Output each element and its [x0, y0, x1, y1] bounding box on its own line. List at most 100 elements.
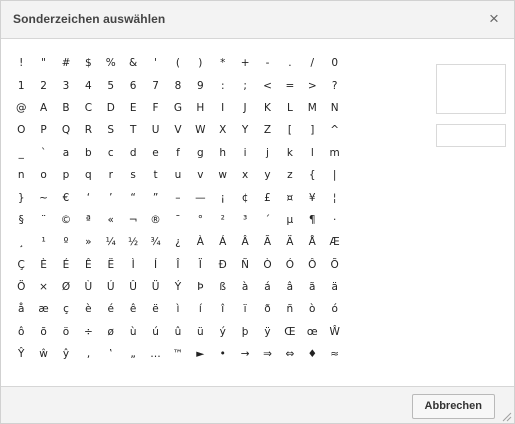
- char-cell[interactable]: c: [100, 142, 122, 164]
- char-cell[interactable]: Ö: [10, 276, 32, 298]
- char-cell[interactable]: e: [144, 142, 166, 164]
- char-cell[interactable]: ½: [122, 231, 144, 253]
- char-cell[interactable]: •: [212, 343, 234, 365]
- char-cell[interactable]: @: [10, 97, 32, 119]
- char-cell[interactable]: q: [77, 164, 99, 186]
- char-cell[interactable]: Ø: [55, 276, 77, 298]
- char-cell[interactable]: ñ: [279, 298, 301, 320]
- char-cell[interactable]: É: [55, 254, 77, 276]
- char-cell[interactable]: ï: [234, 298, 256, 320]
- char-cell[interactable]: Ë: [100, 254, 122, 276]
- char-cell[interactable]: õ: [32, 321, 54, 343]
- char-cell[interactable]: Ð: [212, 254, 234, 276]
- char-cell[interactable]: .: [279, 52, 301, 74]
- char-cell[interactable]: ê: [122, 298, 144, 320]
- char-cell[interactable]: D: [100, 97, 122, 119]
- char-cell[interactable]: ¯: [167, 209, 189, 231]
- char-cell[interactable]: «: [100, 209, 122, 231]
- char-cell[interactable]: [: [279, 119, 301, 141]
- char-cell[interactable]: ‚: [77, 343, 99, 365]
- resize-grip-icon[interactable]: [501, 411, 512, 422]
- char-cell[interactable]: y: [256, 164, 278, 186]
- char-cell[interactable]: Ü: [144, 276, 166, 298]
- char-cell[interactable]: ‘: [77, 186, 99, 208]
- char-cell[interactable]: Ú: [100, 276, 122, 298]
- char-cell[interactable]: È: [32, 254, 54, 276]
- char-cell[interactable]: T: [122, 119, 144, 141]
- char-cell[interactable]: 2: [32, 74, 54, 96]
- char-cell[interactable]: ;: [234, 74, 256, 96]
- char-cell[interactable]: ü: [189, 321, 211, 343]
- char-cell[interactable]: Æ: [323, 231, 345, 253]
- char-cell[interactable]: ¬: [122, 209, 144, 231]
- char-cell[interactable]: å: [10, 298, 32, 320]
- char-cell[interactable]: ò: [301, 298, 323, 320]
- char-cell[interactable]: +: [234, 52, 256, 74]
- char-cell[interactable]: 8: [167, 74, 189, 96]
- char-cell[interactable]: ú: [144, 321, 166, 343]
- char-cell[interactable]: ^: [323, 119, 345, 141]
- char-cell[interactable]: ²: [212, 209, 234, 231]
- char-cell[interactable]: Ç: [10, 254, 32, 276]
- char-cell[interactable]: »: [77, 231, 99, 253]
- char-cell[interactable]: ý: [212, 321, 234, 343]
- char-cell[interactable]: ?: [323, 74, 345, 96]
- char-cell[interactable]: Ã: [256, 231, 278, 253]
- char-cell[interactable]: ×: [32, 276, 54, 298]
- char-cell[interactable]: f: [167, 142, 189, 164]
- char-cell[interactable]: F: [144, 97, 166, 119]
- char-cell[interactable]: ®: [144, 209, 166, 231]
- char-cell[interactable]: I: [212, 97, 234, 119]
- char-cell[interactable]: C: [77, 97, 99, 119]
- char-cell[interactable]: v: [189, 164, 211, 186]
- char-cell[interactable]: ¤: [279, 186, 301, 208]
- char-cell[interactable]: ¸: [10, 231, 32, 253]
- char-cell[interactable]: ¿: [167, 231, 189, 253]
- char-cell[interactable]: b: [77, 142, 99, 164]
- char-cell[interactable]: í: [189, 298, 211, 320]
- char-cell[interactable]: æ: [32, 298, 54, 320]
- char-cell[interactable]: k: [279, 142, 301, 164]
- char-cell[interactable]: é: [100, 298, 122, 320]
- char-cell[interactable]: Å: [301, 231, 323, 253]
- char-cell[interactable]: Ä: [279, 231, 301, 253]
- char-cell[interactable]: g: [189, 142, 211, 164]
- char-cell[interactable]: –: [167, 186, 189, 208]
- char-cell[interactable]: P: [32, 119, 54, 141]
- char-cell[interactable]: }: [10, 186, 32, 208]
- char-cell[interactable]: ‛: [100, 343, 122, 365]
- char-cell[interactable]: ¢: [234, 186, 256, 208]
- char-cell[interactable]: î: [212, 298, 234, 320]
- char-cell[interactable]: ù: [122, 321, 144, 343]
- char-cell[interactable]: µ: [279, 209, 301, 231]
- char-cell[interactable]: ì: [167, 298, 189, 320]
- char-cell[interactable]: Q: [55, 119, 77, 141]
- char-cell[interactable]: #: [55, 52, 77, 74]
- char-cell[interactable]: M: [301, 97, 323, 119]
- char-cell[interactable]: Ê: [77, 254, 99, 276]
- char-cell[interactable]: o: [32, 164, 54, 186]
- char-cell[interactable]: Û: [122, 276, 144, 298]
- char-cell[interactable]: 0: [323, 52, 345, 74]
- char-cell[interactable]: N: [323, 97, 345, 119]
- char-cell[interactable]: &: [122, 52, 144, 74]
- char-cell[interactable]: n: [10, 164, 32, 186]
- char-cell[interactable]: ⇔: [279, 343, 301, 365]
- char-cell[interactable]: →: [234, 343, 256, 365]
- char-cell[interactable]: ø: [100, 321, 122, 343]
- char-cell[interactable]: *: [212, 52, 234, 74]
- char-cell[interactable]: Ô: [301, 254, 323, 276]
- char-cell[interactable]: â: [279, 276, 301, 298]
- char-cell[interactable]: Ù: [77, 276, 99, 298]
- char-cell[interactable]: p: [55, 164, 77, 186]
- char-cell[interactable]: x: [234, 164, 256, 186]
- char-cell[interactable]: X: [212, 119, 234, 141]
- char-cell[interactable]: £: [256, 186, 278, 208]
- char-cell[interactable]: s: [122, 164, 144, 186]
- char-cell[interactable]: Í: [144, 254, 166, 276]
- char-cell[interactable]: ÿ: [256, 321, 278, 343]
- char-cell[interactable]: R: [77, 119, 99, 141]
- char-cell[interactable]: “: [122, 186, 144, 208]
- char-cell[interactable]: ŵ: [32, 343, 54, 365]
- char-cell[interactable]: 6: [122, 74, 144, 96]
